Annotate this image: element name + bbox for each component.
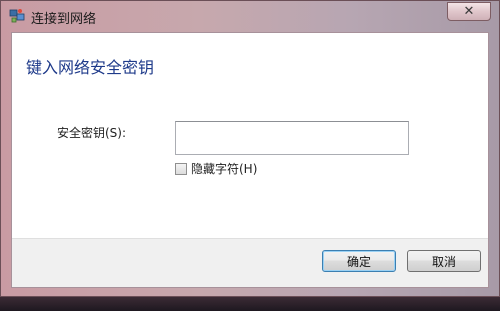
network-connection-icon xyxy=(9,8,25,24)
title-bar: 连接到网络 ✕ xyxy=(1,1,499,31)
window-title: 连接到网络 xyxy=(31,12,97,27)
cancel-button[interactable]: 取消 xyxy=(407,250,481,272)
hide-characters-label[interactable]: 隐藏字符(H) xyxy=(191,160,257,177)
security-key-input[interactable] xyxy=(175,121,409,155)
ok-button[interactable]: 确定 xyxy=(322,250,396,272)
dialog-body: 键入网络安全密钥 安全密钥(S): 隐藏字符(H) 确定 取消 xyxy=(11,32,489,288)
dialog-heading: 键入网络安全密钥 xyxy=(26,58,155,77)
hide-characters-checkbox[interactable] xyxy=(175,162,187,175)
close-button[interactable]: ✕ xyxy=(447,2,491,21)
hide-characters-option[interactable]: 隐藏字符(H) xyxy=(175,160,257,177)
taskbar xyxy=(0,297,500,311)
dialog-footer: 确定 取消 xyxy=(12,238,488,287)
close-icon: ✕ xyxy=(463,4,475,19)
security-key-label: 安全密钥(S): xyxy=(57,126,127,140)
connect-to-network-dialog: 连接到网络 ✕ 键入网络安全密钥 安全密钥(S): 隐藏字符(H) 确定 取消 xyxy=(0,0,500,297)
